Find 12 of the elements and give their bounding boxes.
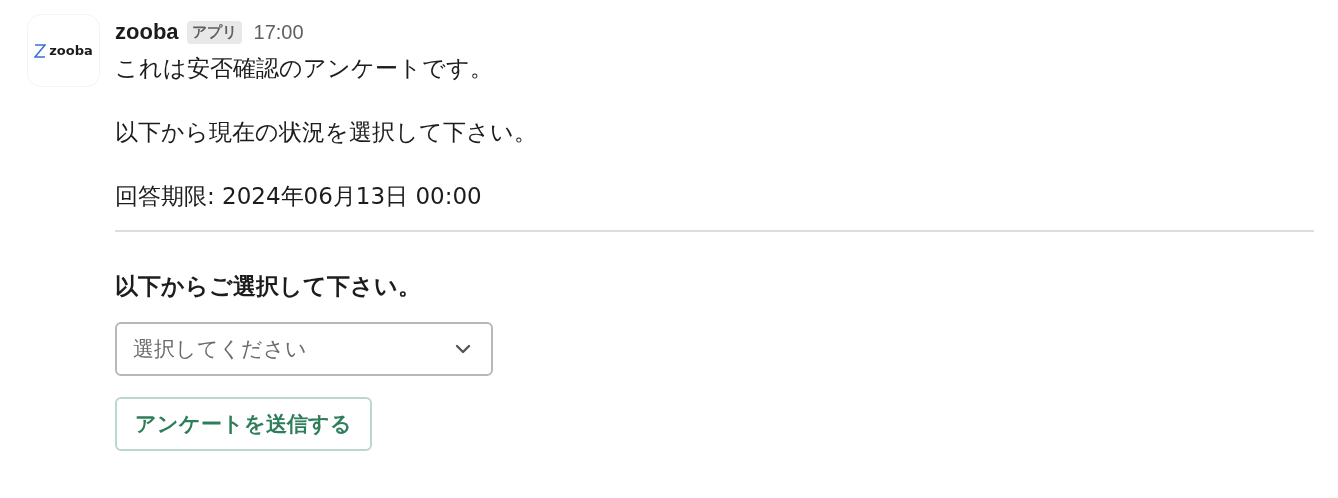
chevron-down-icon — [455, 344, 471, 354]
message-text: 回答期限: 2024年06月13日 00:00 — [115, 182, 483, 211]
form-heading: 以下からご選択して下さい。 — [115, 272, 422, 301]
logo-text: zooba — [49, 43, 93, 58]
message-text: 以下から現在の状況を選択して下さい。 — [115, 118, 538, 147]
select-field[interactable]: 選択してください — [115, 322, 493, 376]
message-text: これは安否確認のアンケートです。 — [115, 54, 494, 83]
app-badge: アプリ — [186, 20, 242, 44]
sender-name[interactable]: zooba — [115, 19, 179, 45]
message-time[interactable]: 17:00 — [253, 20, 304, 44]
select-placeholder: 選択してください — [133, 336, 307, 363]
submit-button[interactable]: アンケートを送信する — [115, 397, 372, 451]
